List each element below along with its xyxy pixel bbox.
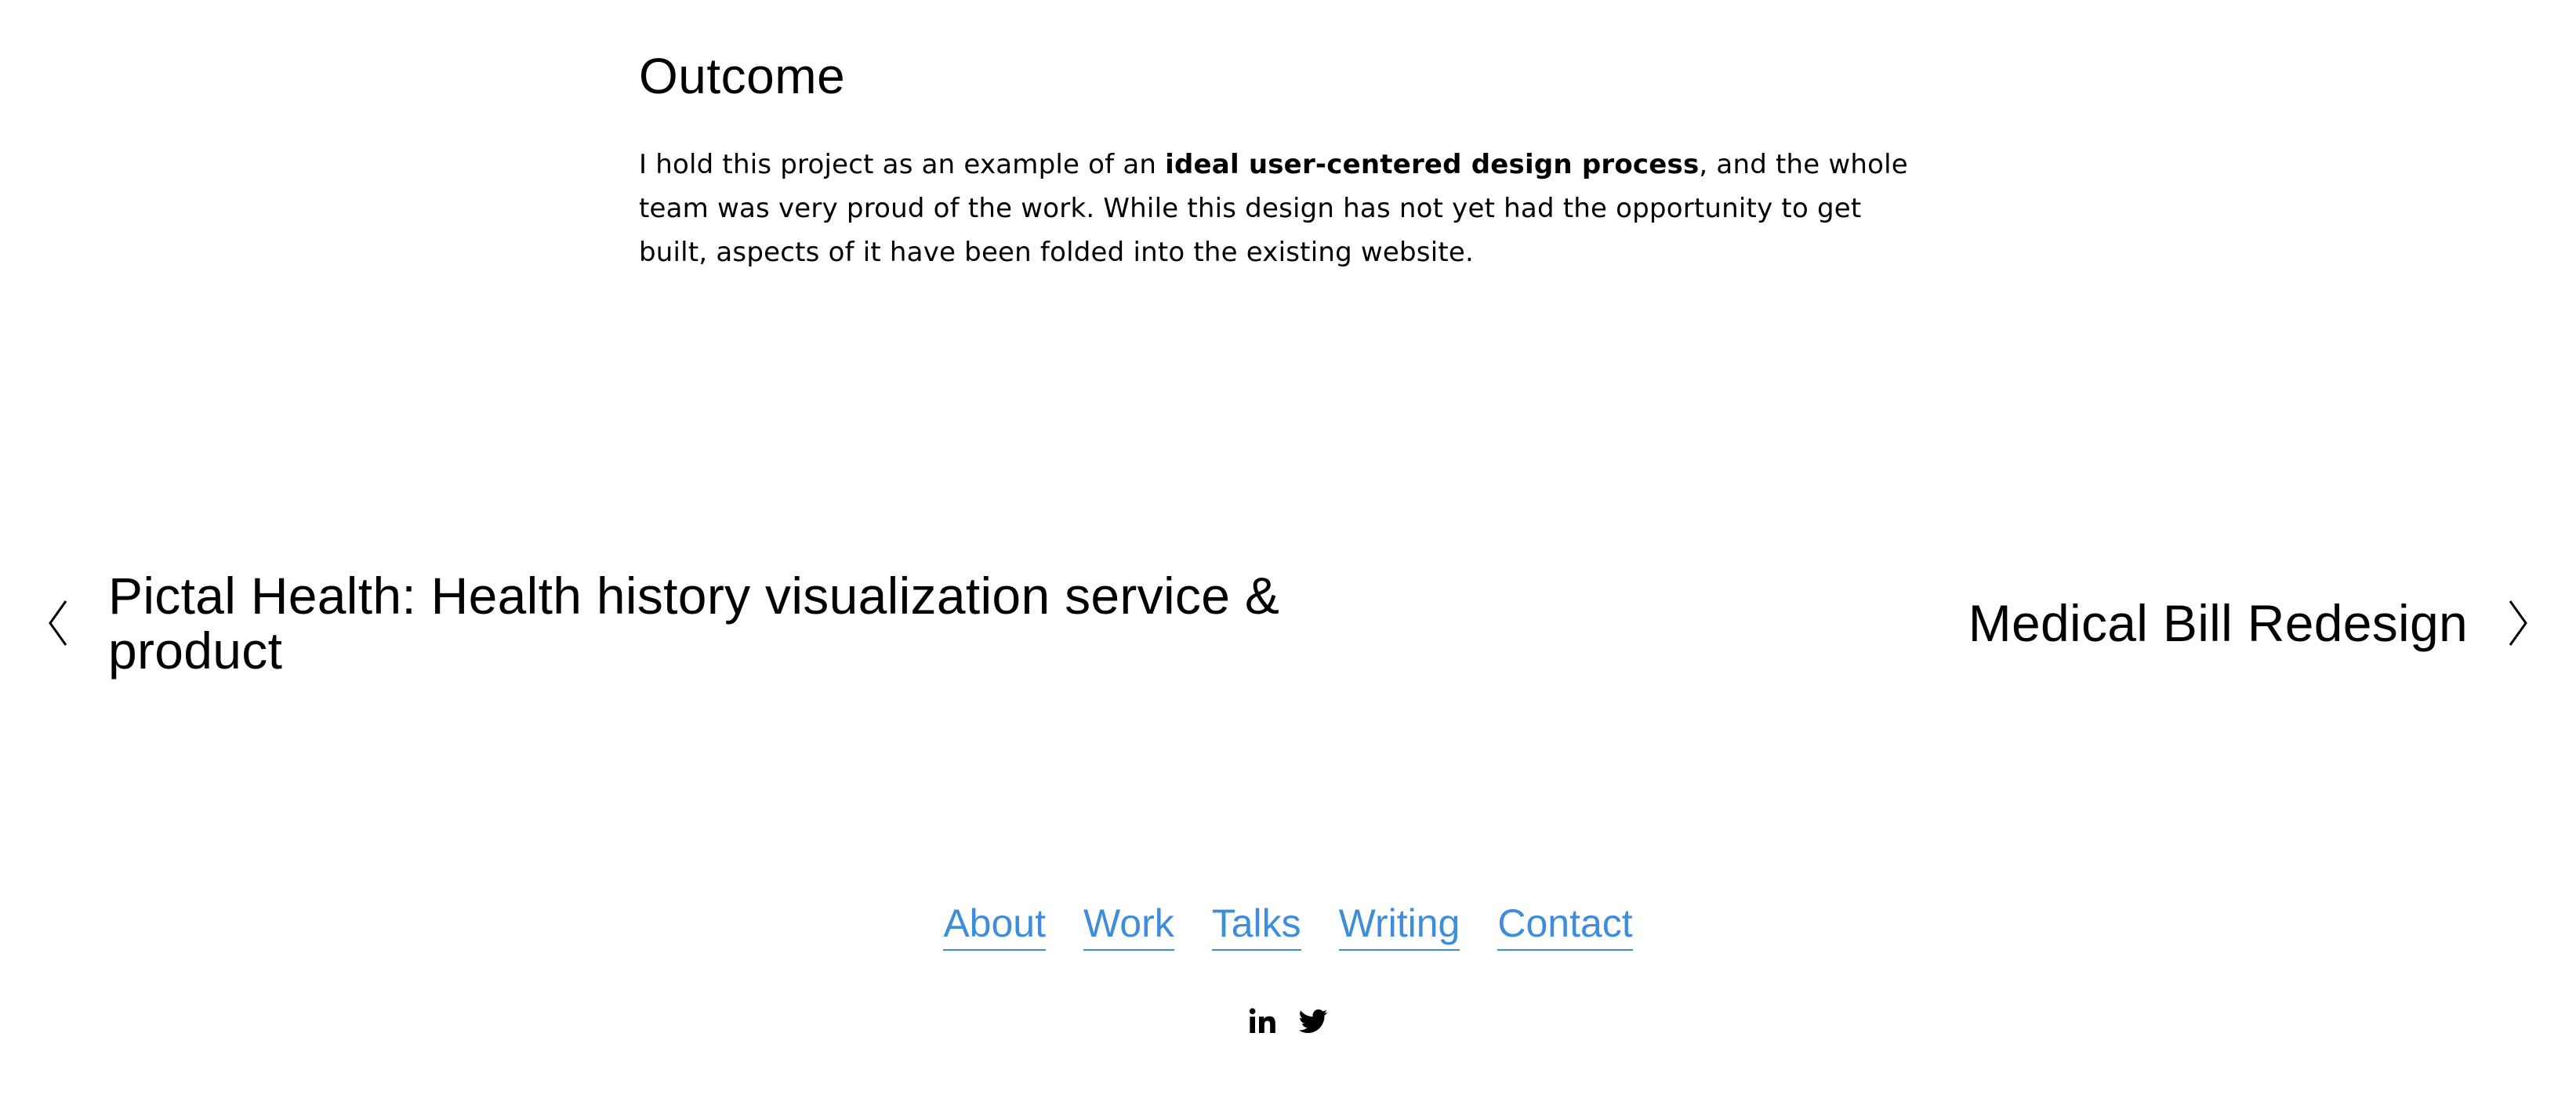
footer-link-talks[interactable]: Talks [1211, 897, 1301, 951]
next-project-link[interactable]: Medical Bill Redesign [1968, 596, 2529, 651]
footer-link-contact[interactable]: Contact [1497, 897, 1633, 951]
outcome-text-bold: ideal user-centered design process [1165, 149, 1700, 180]
linkedin-icon [1249, 1008, 1275, 1033]
twitter-link[interactable] [1297, 1006, 1329, 1037]
previous-project-title: Pictal Health: Health history visualizat… [108, 567, 1280, 680]
footer-nav: About Work Talks Writing Contact [0, 897, 2576, 951]
outcome-section: Outcome I hold this project as an exampl… [639, 41, 1925, 274]
footer-link-writing[interactable]: Writing [1338, 897, 1460, 951]
outcome-text-start: I hold this project as an example of an [639, 149, 1166, 180]
chevron-left-icon [49, 600, 67, 646]
previous-project-link[interactable]: Pictal Health: Health history visualizat… [47, 568, 1301, 678]
linkedin-link[interactable] [1247, 1006, 1279, 1037]
footer-link-work[interactable]: Work [1083, 897, 1174, 951]
footer-link-about[interactable]: About [943, 897, 1046, 951]
chevron-right-icon [2509, 600, 2527, 646]
next-project-title: Medical Bill Redesign [1968, 594, 2468, 652]
outcome-paragraph: I hold this project as an example of an … [639, 143, 1925, 274]
outcome-heading: Outcome [639, 48, 846, 104]
twitter-icon [1298, 1009, 1328, 1033]
social-links [0, 1006, 2576, 1037]
